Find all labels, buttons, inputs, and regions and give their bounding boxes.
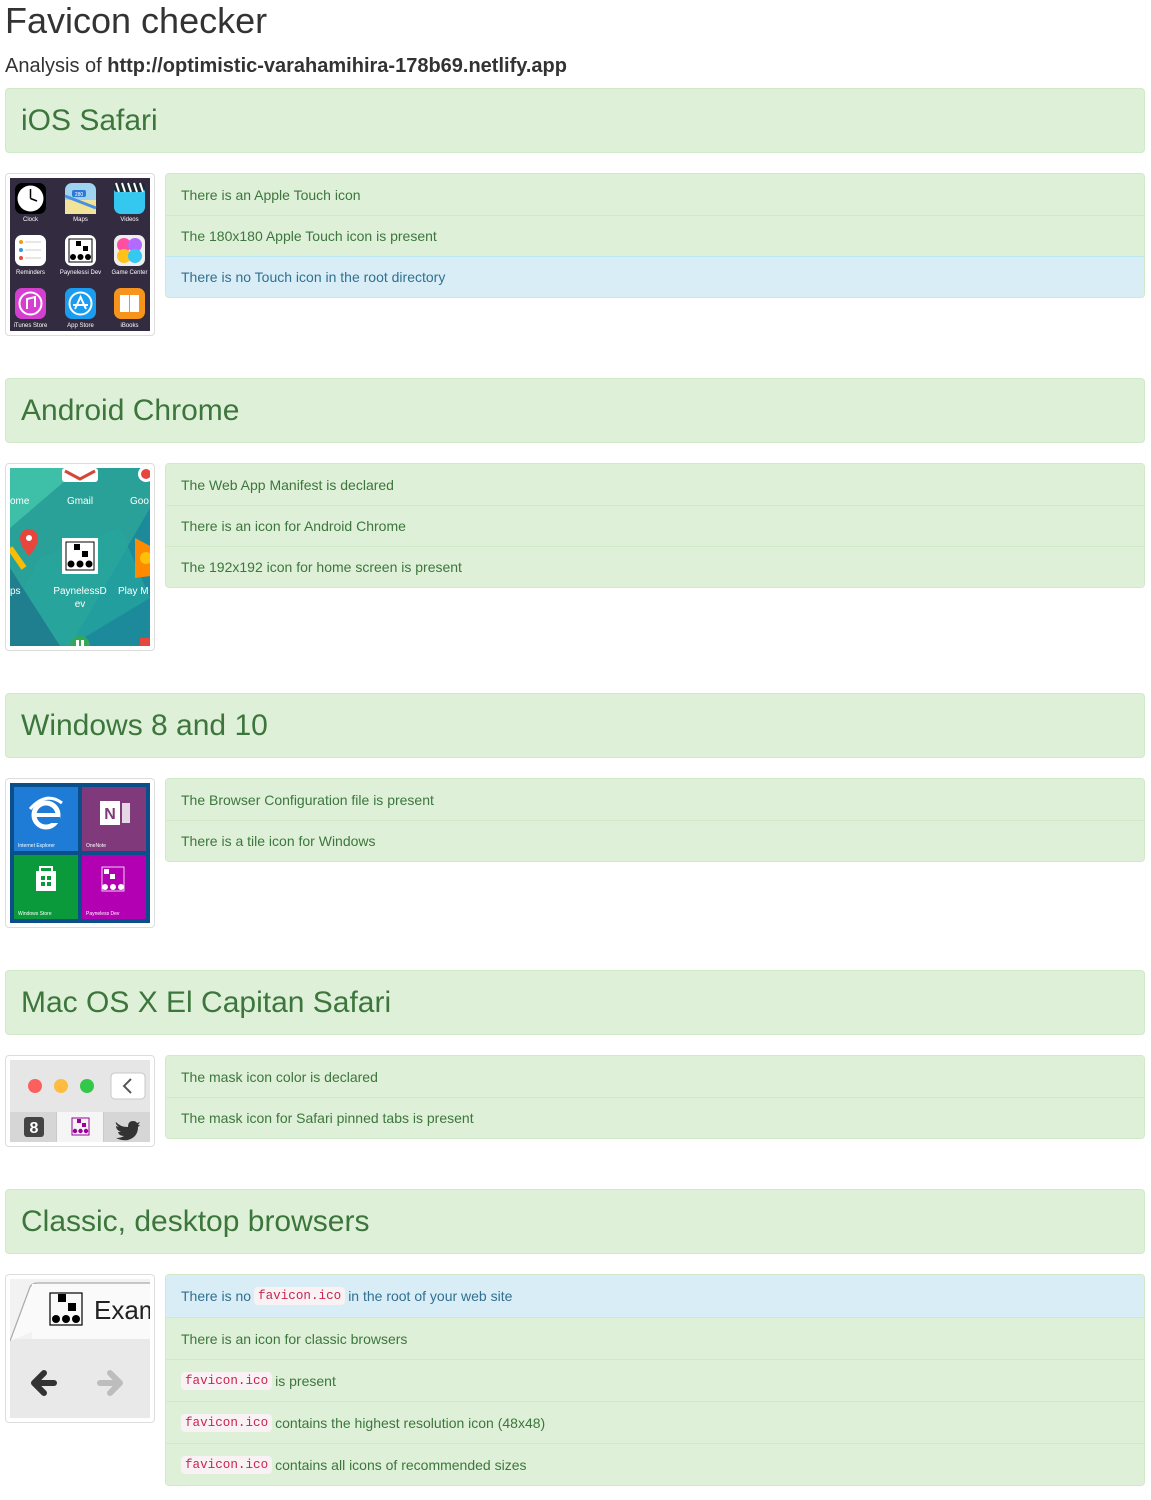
filename-code: favicon.ico — [181, 1371, 273, 1390]
icon-label: Clock — [23, 217, 39, 223]
google-plus-tab-icon: 8 — [24, 1117, 44, 1137]
section-classic-browsers: Classic, desktop browsers Exam There is … — [5, 1189, 1145, 1486]
close-window-dot — [28, 1079, 42, 1093]
analysis-url: http://optimistic-varahamihira-178b69.ne… — [107, 55, 567, 77]
tab-title: Exam — [94, 1295, 150, 1325]
check-item: The Browser Configuration file is presen… — [166, 779, 1144, 820]
payneless-dev-tile: Payneless Dev — [82, 855, 146, 919]
windows-tiles-image: Internet Explorer N OneNote Windows Stor… — [10, 783, 150, 923]
icon-label: Paynelessi Dev — [60, 270, 101, 276]
ios-homescreen-image: 280 Clock Maps Videos Reminders Payneles… — [10, 178, 150, 331]
section-ios-safari: iOS Safari 280 Clock Maps Videos Reminde… — [5, 88, 1145, 336]
icon-label: Game Center — [111, 270, 147, 276]
svg-text:8: 8 — [30, 1120, 39, 1137]
tile-label: Windows Store — [18, 911, 52, 917]
windows-store-tile: Windows Store — [14, 855, 78, 919]
internet-explorer-tile: Internet Explorer — [14, 787, 78, 851]
check-item: The Web App Manifest is declared — [166, 464, 1144, 505]
check-item: There is a tile icon for Windows — [166, 820, 1144, 861]
check-item: The mask icon color is declared — [166, 1056, 1144, 1097]
icon-label: Gmail — [67, 496, 93, 507]
icon-label: Play M — [118, 586, 149, 597]
check-item: There is an icon for classic browsers — [166, 1317, 1144, 1359]
check-item: favicon.ico contains the highest resolut… — [166, 1401, 1144, 1443]
check-item: The mask icon for Safari pinned tabs is … — [166, 1097, 1144, 1138]
page-title: Favicon checker — [5, 0, 268, 41]
check-item: There is no Touch icon in the root direc… — [166, 256, 1144, 297]
tile-label: Payneless Dev — [86, 911, 120, 917]
analysis-prefix: Analysis of — [5, 55, 108, 77]
desktop-browser-image: Exam — [10, 1279, 150, 1418]
payneless-dev-app-icon — [65, 235, 96, 266]
icon-label: PaynelessD — [53, 586, 106, 597]
section-heading: iOS Safari — [5, 88, 1145, 153]
minimize-window-dot — [54, 1079, 68, 1093]
desktop-browser-thumbnail: Exam — [5, 1274, 155, 1423]
section-heading: Classic, desktop browsers — [5, 1189, 1145, 1254]
app-store-app-icon — [65, 288, 96, 319]
icon-label: Maps — [73, 217, 88, 223]
payneless-dev-app-icon — [62, 538, 98, 574]
onenote-letter: N — [104, 806, 116, 823]
safari-pinned-tabs-thumbnail: 8 — [5, 1055, 155, 1147]
check-item: There is an icon for Android Chrome — [166, 505, 1144, 546]
icon-label: App Store — [67, 323, 94, 329]
section-heading: Mac OS X El Capitan Safari — [5, 970, 1145, 1035]
icon-label: Goo — [130, 496, 149, 507]
android-homescreen-image: ome Gmail Goo ps PaynelessD ev Play M — [10, 468, 150, 646]
check-item: The 192x192 icon for home screen is pres… — [166, 546, 1144, 587]
onenote-tile: N OneNote — [82, 787, 146, 851]
itunes-store-app-icon — [15, 288, 46, 319]
check-list: The Web App Manifest is declared There i… — [165, 463, 1145, 588]
tile-label: Internet Explorer — [18, 843, 55, 849]
android-homescreen-thumbnail: ome Gmail Goo ps PaynelessD ev Play M — [5, 463, 155, 651]
check-item: favicon.ico is present — [166, 1359, 1144, 1401]
check-list: The mask icon color is declared The mask… — [165, 1055, 1145, 1139]
check-list: The Browser Configuration file is presen… — [165, 778, 1145, 862]
section-mac-safari: Mac OS X El Capitan Safari 8 The mask ic… — [5, 970, 1145, 1147]
check-list: There is no favicon.ico in the root of y… — [165, 1274, 1145, 1486]
reminders-app-icon — [15, 235, 46, 266]
safari-pinned-tabs-image: 8 — [10, 1060, 150, 1142]
svg-text:280: 280 — [75, 192, 84, 198]
windows-tiles-thumbnail: Internet Explorer N OneNote Windows Stor… — [5, 778, 155, 928]
check-item: There is no favicon.ico in the root of y… — [166, 1275, 1144, 1317]
check-item: favicon.ico contains all icons of recomm… — [166, 1443, 1144, 1485]
videos-app-icon — [114, 182, 145, 214]
icon-label: ps — [10, 586, 21, 597]
tile-label: OneNote — [86, 843, 106, 849]
icon-label: ome — [10, 496, 30, 507]
section-windows: Windows 8 and 10 Internet Explorer N One… — [5, 693, 1145, 928]
back-icon — [110, 1072, 146, 1100]
check-item: There is an Apple Touch icon — [166, 174, 1144, 215]
section-android-chrome: Android Chrome ome Gmail Goo ps Payneles… — [5, 378, 1145, 651]
maps-app-icon: 280 — [64, 183, 97, 214]
section-heading: Windows 8 and 10 — [5, 693, 1145, 758]
filename-code: favicon.ico — [254, 1287, 346, 1305]
icon-label: Reminders — [16, 270, 45, 276]
icon-label: iBooks — [120, 323, 138, 329]
icon-label: iTunes Store — [14, 323, 48, 329]
section-heading: Android Chrome — [5, 378, 1145, 443]
filename-code: favicon.ico — [181, 1455, 273, 1474]
ibooks-app-icon — [114, 288, 145, 319]
clock-app-icon — [15, 183, 46, 214]
analysis-line: Analysis of http://optimistic-varahamihi… — [5, 54, 1145, 78]
icon-label: Videos — [120, 217, 138, 223]
ios-homescreen-thumbnail: 280 Clock Maps Videos Reminders Payneles… — [5, 173, 155, 336]
check-item: The 180x180 Apple Touch icon is present — [166, 215, 1144, 256]
zoom-window-dot — [80, 1079, 94, 1093]
game-center-app-icon — [114, 235, 145, 266]
filename-code: favicon.ico — [181, 1413, 273, 1432]
icon-label: ev — [75, 599, 86, 610]
check-list: There is an Apple Touch icon The 180x180… — [165, 173, 1145, 298]
